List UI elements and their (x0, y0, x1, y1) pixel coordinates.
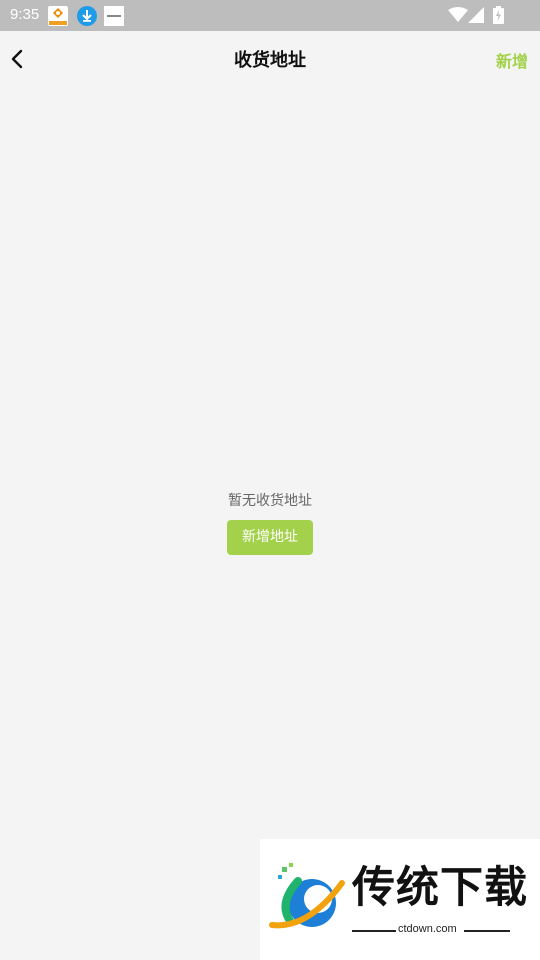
status-time: 9:35 (10, 6, 40, 23)
watermark-url: ctdown.com (398, 923, 457, 935)
download-icon (77, 6, 97, 26)
wifi-icon (448, 7, 468, 27)
empty-state: 暂无收货地址 新增地址 (0, 491, 540, 555)
empty-state-message: 暂无收货地址 (228, 493, 312, 509)
watermark-logo: 传统下载 ctdown.com (260, 839, 540, 960)
watermark-logo-icon (268, 859, 348, 939)
watermark-divider-left (352, 930, 396, 932)
watermark-brand: 传统下载 (352, 863, 528, 913)
add-new-button[interactable]: 新增 (496, 48, 528, 72)
watermark-divider-right (464, 930, 510, 932)
page-title: 收货地址 (234, 50, 306, 71)
header-bar: 收货地址 新增 (0, 31, 540, 87)
battery-charging-icon (493, 6, 513, 26)
app-badge-icon (48, 6, 68, 26)
status-bar: 9:35 (0, 0, 540, 31)
notification-thumbnail-icon (104, 6, 124, 26)
add-address-button[interactable]: 新增地址 (227, 520, 313, 555)
signal-icon (468, 7, 488, 27)
